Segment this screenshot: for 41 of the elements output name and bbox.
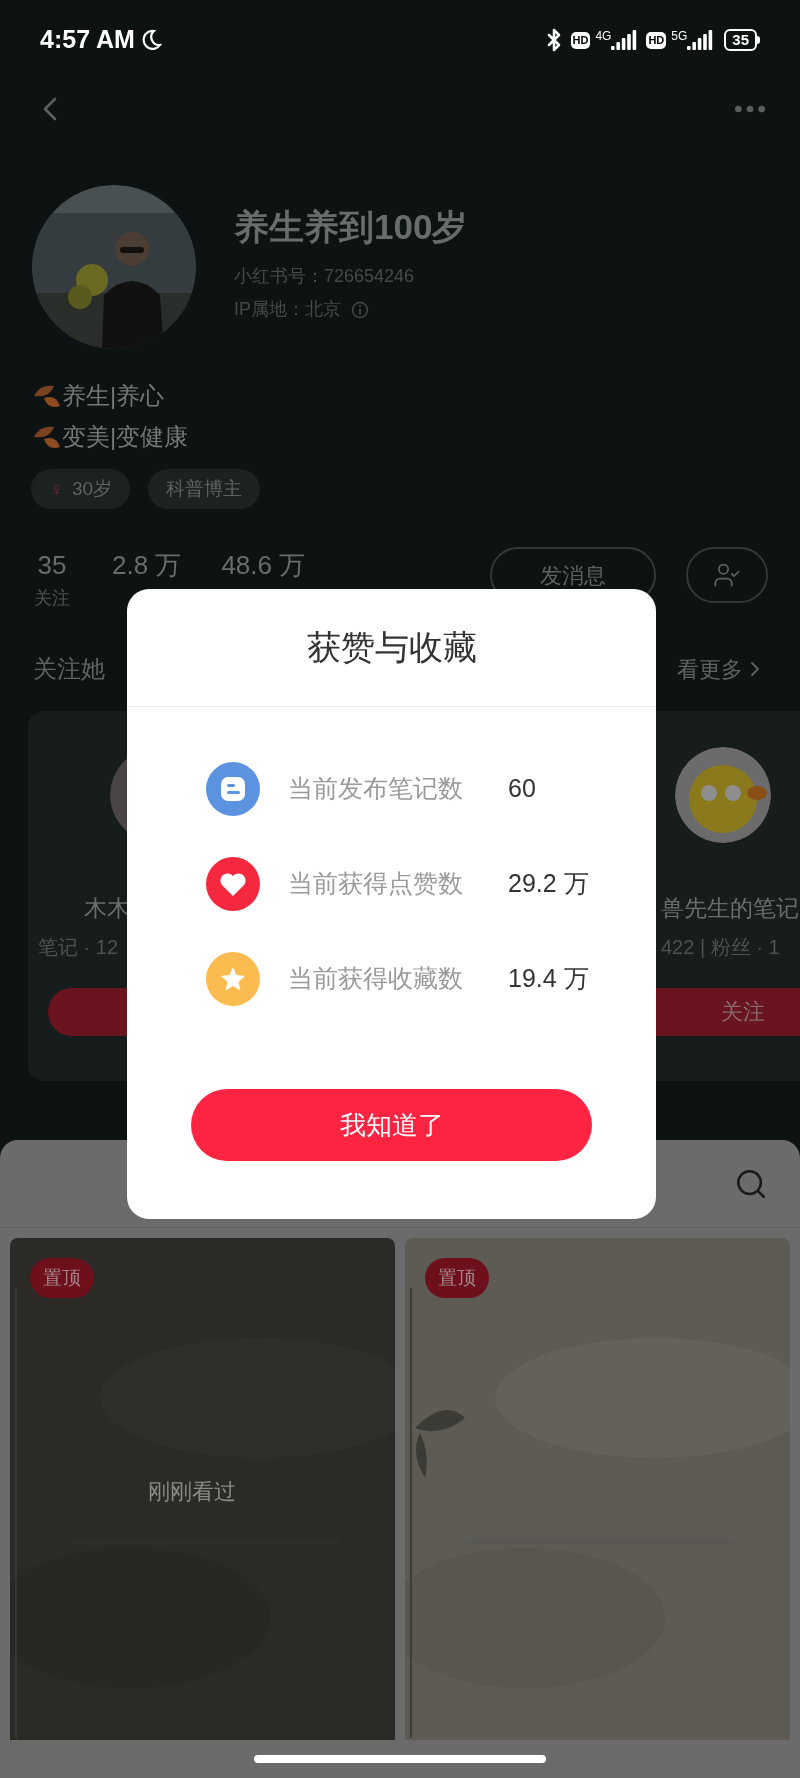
stat-value: 19.4 万 [508, 963, 589, 995]
network-label: 5G [671, 30, 688, 42]
card-meta: 笔记 · 12 [38, 934, 119, 960]
note-card[interactable]: 置顶 刚刚看过 [10, 1238, 395, 1740]
female-icon: ♀ [49, 474, 64, 504]
card-name: 兽先生的笔记 [661, 894, 799, 923]
status-time: 4:57 AM [40, 24, 135, 56]
signal-icon [611, 30, 638, 50]
bio-line: 养生|养心 [62, 380, 165, 411]
profile-id: 小红书号：726654246 [234, 265, 416, 288]
stat-label: 关注 [34, 587, 70, 610]
user-check-icon [713, 561, 741, 589]
card-meta: 422 | 粉丝 · 1 [661, 934, 780, 960]
ip-location: IP属地：北京 [234, 298, 341, 321]
profile-tag: ♀ 30岁 [31, 469, 131, 509]
stat-value[interactable]: 2.8 万 [112, 549, 182, 581]
profile-name: 养生养到100岁 [234, 206, 468, 248]
dialog-title: 获赞与收藏 [306, 627, 477, 668]
signal-icon [687, 30, 714, 50]
stat-value: 60 [508, 773, 536, 805]
bio-line: 变美|变健康 [62, 421, 189, 452]
follow-status-button[interactable] [686, 547, 768, 603]
profile-tag: 科普博主 [148, 469, 261, 509]
card-name: 木木 [84, 894, 130, 923]
see-more-link[interactable]: 看更多 [677, 652, 743, 686]
battery-indicator: 35 [724, 29, 757, 51]
network-label: 4G [595, 30, 612, 42]
recently-viewed-label: 刚刚看过 [148, 1478, 236, 1506]
stat-label: 当前发布笔记数 [288, 773, 464, 805]
stat-label: 当前获得点赞数 [288, 868, 464, 900]
hd-badge: HD [646, 31, 667, 49]
section-title: 关注她 [33, 654, 105, 684]
stat-value: 29.2 万 [508, 868, 589, 900]
stat-value[interactable]: 35 [37, 549, 67, 581]
confirm-button[interactable]: 我知道了 [191, 1089, 592, 1161]
stat-label: 当前获得收藏数 [288, 963, 464, 995]
hd-badge: HD [570, 31, 591, 49]
note-card[interactable]: 置顶 [405, 1238, 790, 1740]
stat-value[interactable]: 48.6 万 [221, 549, 306, 581]
note-icon [206, 762, 260, 816]
info-icon[interactable] [351, 300, 369, 319]
